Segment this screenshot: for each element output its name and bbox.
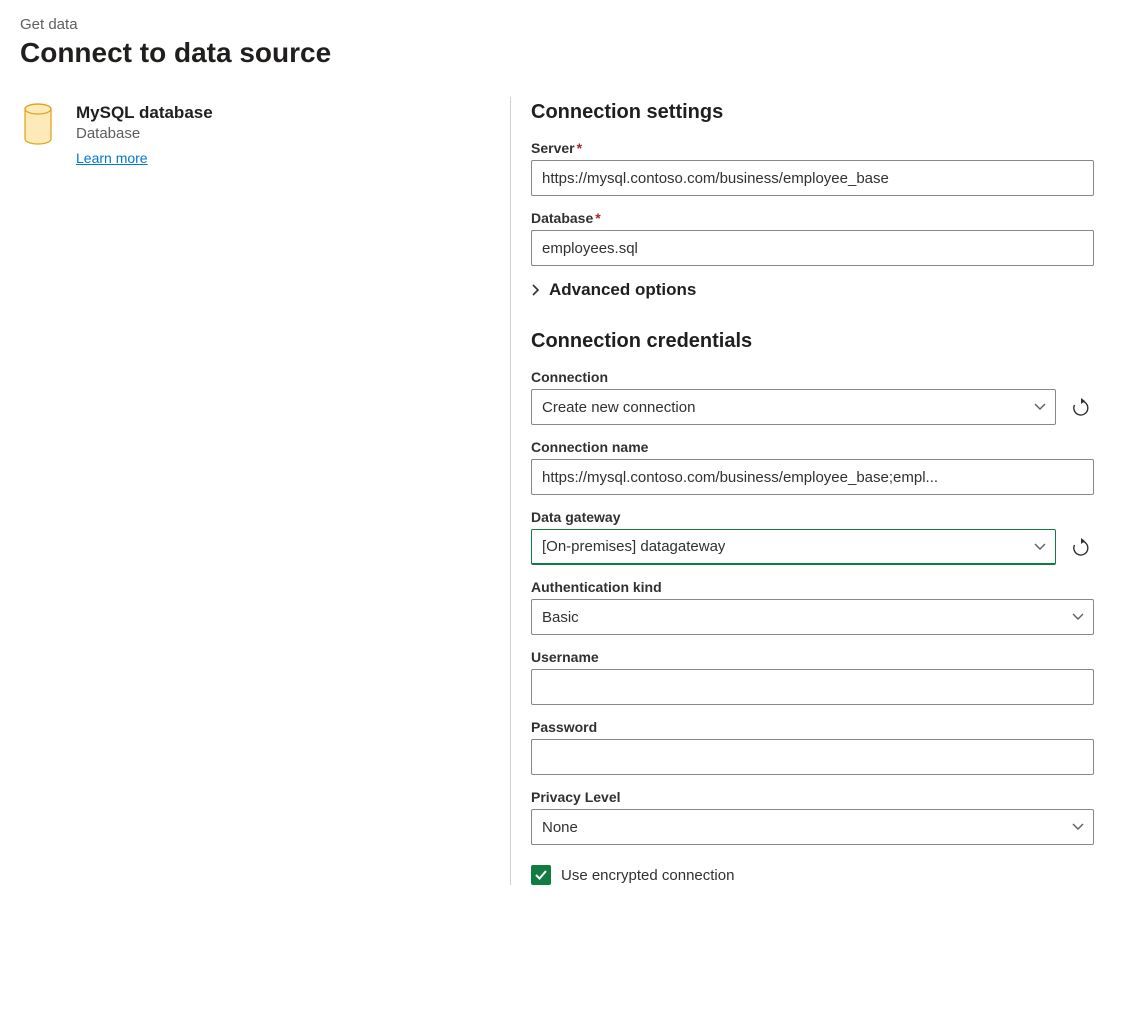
required-asterisk: * <box>577 140 582 156</box>
connection-name-label: Connection name <box>531 439 1094 455</box>
database-icon <box>20 103 56 145</box>
advanced-options-label: Advanced options <box>549 280 696 300</box>
connection-select[interactable]: Create new connection <box>531 389 1056 425</box>
main-layout: MySQL database Database Learn more Conne… <box>20 97 1104 885</box>
page-title: Connect to data source <box>20 37 1104 69</box>
authentication-kind-value: Basic <box>542 609 579 626</box>
connection-select-value: Create new connection <box>542 399 695 416</box>
checkmark-icon <box>534 868 548 882</box>
username-label: Username <box>531 649 1094 665</box>
chevron-down-icon <box>1071 822 1085 832</box>
authentication-kind-label: Authentication kind <box>531 579 1094 595</box>
data-gateway-select[interactable]: [On-premises] datagateway <box>531 529 1056 565</box>
breadcrumb: Get data <box>20 16 1104 33</box>
authentication-kind-select[interactable]: Basic <box>531 599 1094 635</box>
chevron-down-icon <box>1033 402 1047 412</box>
database-input[interactable] <box>531 230 1094 266</box>
learn-more-link[interactable]: Learn more <box>76 150 148 166</box>
data-gateway-label: Data gateway <box>531 509 1056 525</box>
password-label: Password <box>531 719 1094 735</box>
data-gateway-select-value: [On-premises] datagateway <box>542 538 725 555</box>
form-panel: Connection settings Server* Database* Ad… <box>531 97 1104 885</box>
use-encrypted-connection-row: Use encrypted connection <box>531 865 1094 885</box>
server-label: Server* <box>531 140 1094 156</box>
required-asterisk: * <box>595 210 600 226</box>
use-encrypted-connection-label: Use encrypted connection <box>561 867 734 884</box>
connection-settings-heading: Connection settings <box>531 101 1094 124</box>
database-label: Database* <box>531 210 1094 226</box>
chevron-down-icon <box>1071 612 1085 622</box>
connection-name-input[interactable] <box>531 459 1094 495</box>
connection-credentials-heading: Connection credentials <box>531 330 1094 353</box>
chevron-right-icon <box>531 283 541 297</box>
advanced-options-expander[interactable]: Advanced options <box>531 280 1094 300</box>
privacy-level-label: Privacy Level <box>531 789 1094 805</box>
refresh-connection-button[interactable] <box>1068 395 1094 421</box>
refresh-icon <box>1071 538 1091 558</box>
connector-title: MySQL database <box>76 103 213 123</box>
connector-summary: MySQL database Database Learn more <box>20 97 510 885</box>
vertical-divider <box>510 97 511 885</box>
connector-subtitle: Database <box>76 125 213 142</box>
connection-label: Connection <box>531 369 1056 385</box>
refresh-gateway-button[interactable] <box>1068 535 1094 561</box>
password-input[interactable] <box>531 739 1094 775</box>
refresh-icon <box>1071 398 1091 418</box>
server-input[interactable] <box>531 160 1094 196</box>
privacy-level-value: None <box>542 819 578 836</box>
privacy-level-select[interactable]: None <box>531 809 1094 845</box>
username-input[interactable] <box>531 669 1094 705</box>
use-encrypted-connection-checkbox[interactable] <box>531 865 551 885</box>
chevron-down-icon <box>1033 542 1047 552</box>
